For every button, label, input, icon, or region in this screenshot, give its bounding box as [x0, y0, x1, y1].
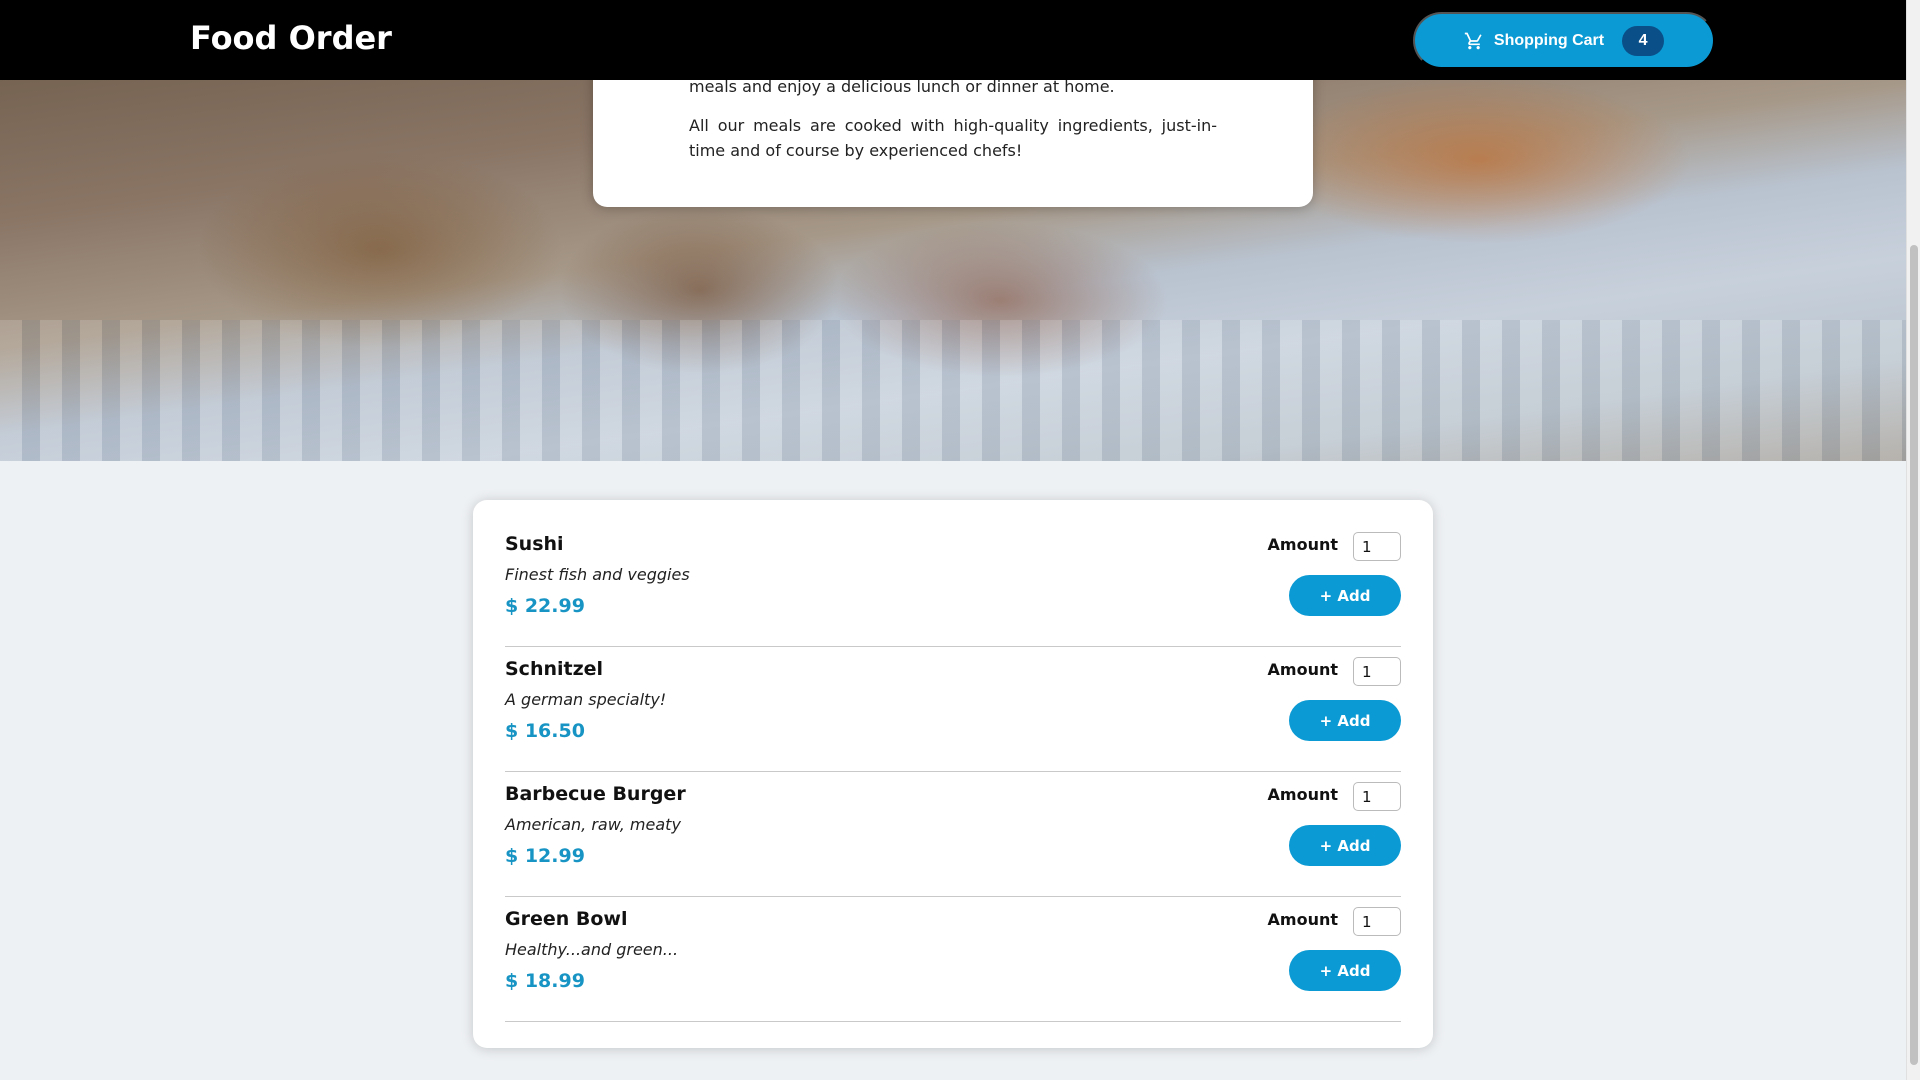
add-button[interactable]: + Add: [1289, 825, 1401, 866]
meal-price: $ 22.99: [505, 595, 585, 617]
meal-item: Sushi Finest fish and veggies $ 22.99 Am…: [505, 522, 1401, 647]
cart-label: Shopping Cart: [1493, 31, 1605, 49]
meal-item: Green Bowl Healthy...and green... $ 18.9…: [505, 897, 1401, 1022]
amount-input[interactable]: [1353, 657, 1401, 686]
shopping-cart-icon: [1464, 32, 1482, 49]
meal-name: Sushi: [505, 533, 564, 555]
amount-label: Amount: [1267, 910, 1338, 929]
meal-description: American, raw, meaty: [505, 815, 681, 834]
amount-label: Amount: [1267, 660, 1338, 679]
amount-label: Amount: [1267, 785, 1338, 804]
meal-price: $ 18.99: [505, 970, 585, 992]
meal-item: Schnitzel A german specialty! $ 16.50 Am…: [505, 647, 1401, 772]
amount-input[interactable]: [1353, 907, 1401, 936]
page-scrollbar[interactable]: [1906, 0, 1920, 1080]
app-title: Food Order: [190, 19, 392, 57]
meal-item: Barbecue Burger American, raw, meaty $ 1…: [505, 772, 1401, 897]
meal-price: $ 12.99: [505, 845, 585, 867]
shopping-cart-button[interactable]: Shopping Cart 4: [1413, 12, 1715, 69]
add-button[interactable]: + Add: [1289, 950, 1401, 991]
meal-description: A german specialty!: [505, 690, 667, 709]
meal-description: Finest fish and veggies: [505, 565, 690, 584]
cart-count-badge: 4: [1622, 25, 1665, 56]
meals-list: Sushi Finest fish and veggies $ 22.99 Am…: [473, 500, 1433, 1048]
add-button[interactable]: + Add: [1289, 700, 1401, 741]
meal-price: $ 16.50: [505, 720, 585, 742]
summary-paragraph: All our meals are cooked with high-quali…: [689, 116, 1217, 160]
add-button[interactable]: + Add: [1289, 575, 1401, 616]
amount-input[interactable]: [1353, 782, 1401, 811]
amount-label: Amount: [1267, 535, 1338, 554]
meal-description: Healthy...and green...: [505, 940, 679, 959]
amount-input[interactable]: [1353, 532, 1401, 561]
meal-name: Green Bowl: [505, 908, 628, 930]
top-bar: Food Order Shopping Cart 4: [0, 0, 1906, 80]
scrollbar-thumb[interactable]: [1910, 245, 1918, 1065]
meal-name: Schnitzel: [505, 658, 604, 680]
meal-name: Barbecue Burger: [505, 783, 686, 805]
